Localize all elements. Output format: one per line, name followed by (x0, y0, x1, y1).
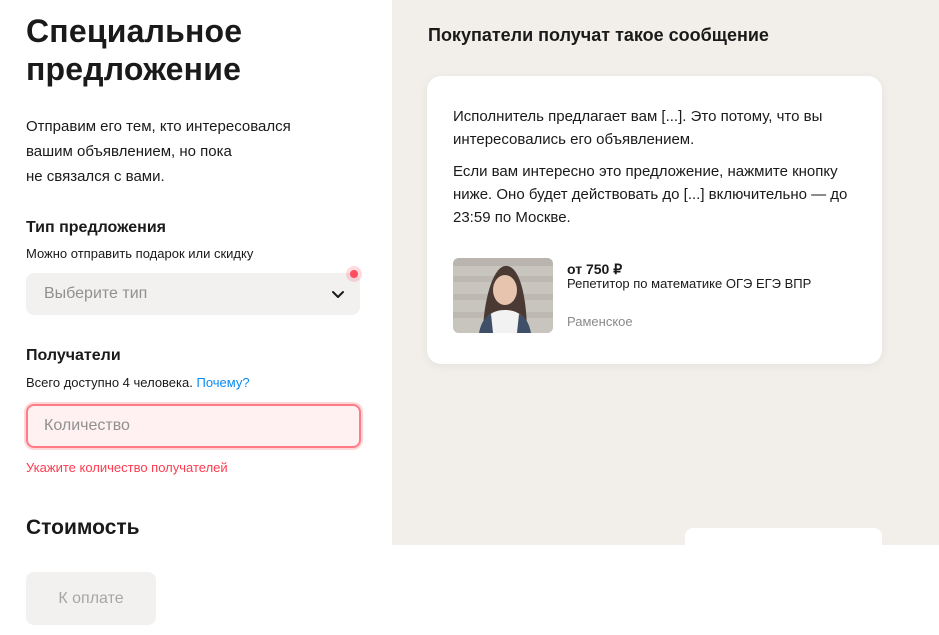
listing-photo (453, 258, 553, 333)
preview-paragraph-1: Исполнитель предлагает вам [...]. Это по… (453, 108, 823, 148)
intro-line: Отправим его тем, кто интересовался (26, 118, 291, 135)
intro-text: Отправим его тем, кто интересовался ваши… (26, 114, 366, 189)
offer-type-hint: Можно отправить подарок или скидку (26, 246, 254, 261)
message-preview-card: Исполнитель предлагает вам [...]. Это по… (427, 76, 882, 364)
offer-form: Специальное предложение Отправим его тем… (0, 0, 392, 545)
page-title: Специальное предложение (26, 13, 243, 87)
offer-type-placeholder: Выберите тип (44, 285, 148, 302)
offer-type-label: Тип предложения (26, 219, 166, 236)
page: Специальное предложение Отправим его тем… (0, 0, 939, 635)
intro-line: не связался с вами. (26, 168, 165, 185)
required-indicator-dot (350, 270, 358, 278)
message-preview-panel: Покупатели получат такое сообщение Испол… (392, 0, 939, 558)
recipients-error-message: Укажите количество получателей (26, 460, 228, 475)
preview-paragraph-2: Если вам интересно это предложение, нажм… (453, 163, 848, 226)
chevron-down-icon (332, 291, 344, 298)
offer-type-select[interactable]: Выберите тип (26, 273, 360, 315)
intro-line: вашим объявлением, но пока (26, 143, 232, 160)
pay-button[interactable]: К оплате (26, 572, 156, 625)
bottom-action-bar: К оплате (0, 545, 939, 635)
recipients-hint: Всего доступно 4 человека. (26, 375, 193, 390)
recipients-hint-line: Всего доступно 4 человека. Почему? (26, 375, 250, 390)
listing-preview: от 750 ₽ Репетитор по математике ОГЭ ЕГЭ… (453, 258, 863, 338)
cost-label: Стоимость (26, 516, 140, 539)
listing-title: Репетитор по математике ОГЭ ЕГЭ ВПР (567, 276, 812, 291)
recipients-count-input[interactable] (26, 404, 361, 448)
listing-location: Раменское (567, 314, 633, 329)
recipients-label: Получатели (26, 347, 121, 364)
why-link[interactable]: Почему? (196, 375, 249, 390)
preview-title: Покупатели получат такое сообщение (428, 25, 769, 45)
